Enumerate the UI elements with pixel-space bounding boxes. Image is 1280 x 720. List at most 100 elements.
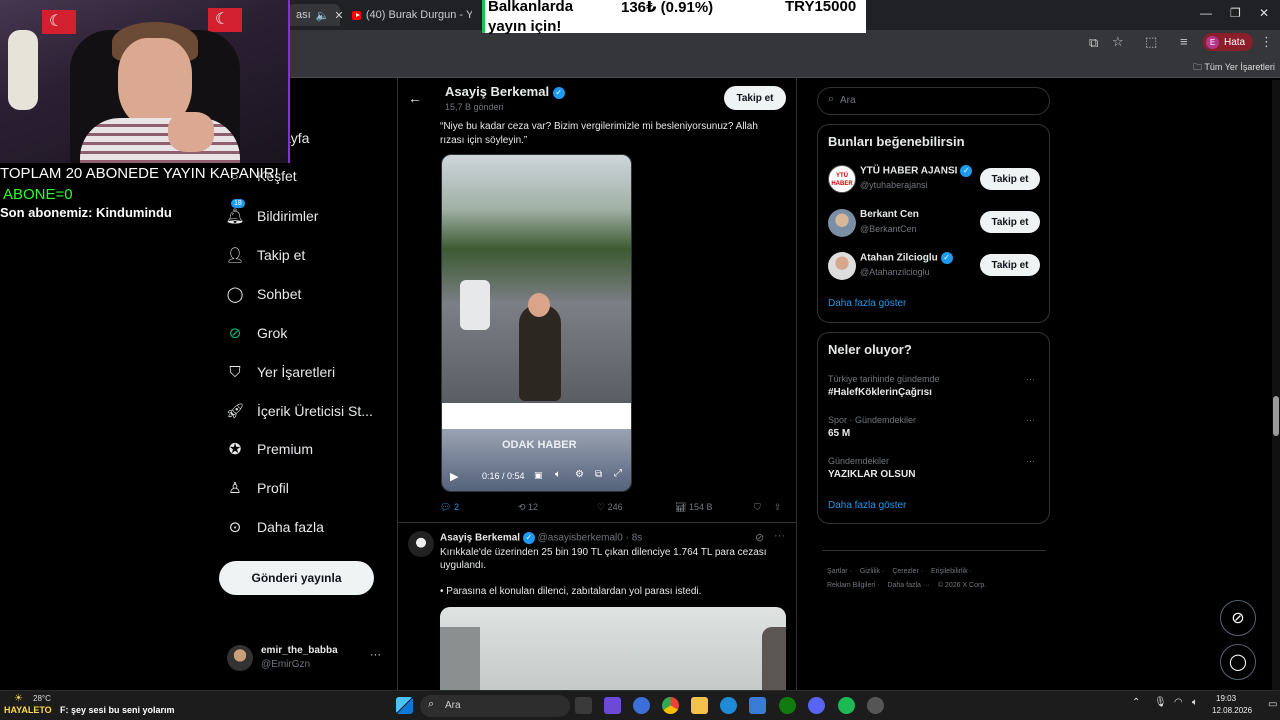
sidebar-item-chat[interactable]: ◯ Sohbet	[227, 286, 302, 303]
sidebar-item-follow[interactable]: 👤︎ Takip et	[225, 247, 305, 264]
footer-link[interactable]: Daha fazla ···	[887, 582, 929, 589]
chrome-icon[interactable]	[662, 697, 679, 714]
pip-icon[interactable]: ⧉	[595, 469, 602, 480]
like-button[interactable]: ♡ 246	[597, 502, 623, 513]
share-button[interactable]: ⇪	[774, 502, 782, 513]
footer-link[interactable]: Erişilebilirlik	[931, 568, 968, 575]
search-input[interactable]: ⌕ Ara	[817, 87, 1050, 115]
notification-icon[interactable]: ▭	[1268, 699, 1277, 710]
show-more-link[interactable]: Daha fazla göster	[828, 298, 906, 309]
spotify-icon[interactable]	[838, 697, 855, 714]
grok-icon[interactable]: ⊘	[755, 531, 764, 544]
app-icon[interactable]	[867, 697, 884, 714]
discord-icon[interactable]	[808, 697, 825, 714]
store-icon[interactable]	[749, 697, 766, 714]
more-icon[interactable]: ···	[1026, 374, 1035, 384]
star-icon[interactable]: ☆	[1112, 34, 1124, 50]
grok-icon: ⊘	[228, 325, 242, 342]
chevron-up-icon[interactable]: ⌃	[1132, 697, 1140, 708]
media-icon[interactable]: ≡	[1180, 34, 1188, 49]
close-icon[interactable]: ✕	[334, 9, 343, 22]
tab-active[interactable]: ası 🔈 ✕	[288, 4, 344, 26]
profile-name: Asayiş Berkemal ✓	[445, 84, 565, 99]
follow-button[interactable]: Takip et	[980, 168, 1040, 190]
trend-item[interactable]: Spor · Gündemdekiler 65 M ···	[818, 412, 1049, 448]
follow-button[interactable]: Takip et	[980, 211, 1040, 233]
play-icon[interactable]: ▶	[450, 470, 458, 483]
app-icon[interactable]	[604, 697, 621, 714]
avatar[interactable]	[828, 209, 856, 237]
stream-ticker-label: HAYALETO	[4, 705, 52, 715]
trend-item[interactable]: Türkiye tarihinde gündemde #HalefKökleri…	[818, 371, 1049, 407]
wifi-icon[interactable]: ◠	[1174, 697, 1183, 708]
views-button[interactable]: 📊︎ 154 B	[675, 502, 712, 513]
overlay-sub-count: ABONE=0	[3, 186, 73, 203]
user-name[interactable]: Berkant Cen	[860, 209, 919, 220]
captions-icon[interactable]: ▣	[534, 470, 543, 481]
bookmark-button[interactable]: ⛉	[754, 502, 761, 513]
account-switcher[interactable]: emir_the_babba @EmirGzn ···	[227, 643, 387, 675]
weather-icon[interactable]: ☀	[14, 693, 23, 704]
show-more-link[interactable]: Daha fazla göster	[828, 500, 906, 511]
more-icon[interactable]: ···	[370, 649, 381, 661]
post-button[interactable]: Gönderi yayınla	[219, 561, 374, 595]
sidebar-item-bookmarks[interactable]: ⛉ Yer İşaretleri	[227, 364, 335, 381]
sidebar-item-notifications[interactable]: 🔔︎ 18 Bildirimler	[225, 199, 318, 225]
more-icon[interactable]: ···	[1026, 415, 1035, 425]
windows-start-icon[interactable]	[396, 697, 413, 714]
sidebar-item-grok[interactable]: ⊘ Grok	[227, 325, 288, 342]
repost-button[interactable]: ⟲ 12	[518, 502, 538, 513]
scrollbar[interactable]	[1272, 80, 1280, 690]
volume-icon[interactable]: 🔈︎	[555, 469, 561, 480]
avatar[interactable]	[408, 531, 434, 557]
video-player[interactable]: ODAK HABER ▶ 0:16 / 0:54 ▣ 🔈︎ ⚙ ⧉ ⤢	[441, 154, 632, 492]
maximize-icon[interactable]: ❐	[1230, 6, 1241, 20]
timeline: ← Asayiş Berkemal ✓ 15,7 B gönderi Takip…	[397, 78, 797, 693]
taskbar-search[interactable]: ⌕ Ara	[420, 695, 570, 717]
messages-fab[interactable]: ◯	[1220, 644, 1256, 680]
settings-icon[interactable]: ⚙	[575, 469, 584, 480]
post-author[interactable]: Asayiş Berkemal ✓ @asayisberkemal0 · 8s	[440, 532, 642, 544]
avatar[interactable]	[828, 252, 856, 280]
grok-fab[interactable]: ⊘	[1220, 600, 1256, 636]
scrollbar-thumb[interactable]	[1273, 396, 1279, 436]
footer-link[interactable]: Çerezler	[892, 568, 918, 575]
menu-icon[interactable]: ⋮	[1260, 34, 1273, 50]
edge-icon[interactable]	[720, 697, 737, 714]
microphone-icon[interactable]: 🎙︎	[1154, 697, 1167, 708]
reply-button[interactable]: 💬︎ 2	[440, 502, 459, 513]
footer-link[interactable]: Gizlilik	[860, 568, 880, 575]
user-name[interactable]: Atahan Zilcioglu ✓	[860, 252, 953, 264]
tab-youtube[interactable]: (40) Burak Durgun - YouTube	[344, 4, 480, 26]
all-bookmarks-folder[interactable]: 🗀 Tüm Yer İşaretleri	[1193, 60, 1275, 76]
clock-time[interactable]: 19:03	[1216, 694, 1236, 703]
extensions-icon[interactable]: ⬚	[1145, 34, 1157, 50]
fullscreen-icon[interactable]: ⤢	[614, 468, 622, 479]
speaker-icon[interactable]: 🔈	[316, 9, 330, 22]
more-icon[interactable]: ···	[1026, 456, 1035, 466]
sidebar-item-premium[interactable]: ✪ Premium	[227, 441, 313, 458]
back-arrow-icon[interactable]: ←	[408, 90, 422, 106]
xbox-icon[interactable]	[779, 697, 796, 714]
sidebar-item-more[interactable]: ⊙ Daha fazla	[227, 519, 324, 536]
clock-date[interactable]: 12.08.2026	[1212, 706, 1252, 715]
footer-link[interactable]: Reklam Bilgileri	[827, 582, 875, 589]
install-icon[interactable]: ⧉	[1089, 35, 1098, 51]
trend-item[interactable]: Gündemdekiler YAZIKLAR OLSUN ···	[818, 453, 1049, 489]
copilot-icon[interactable]	[633, 697, 650, 714]
avatar[interactable]: YTÜ HABER	[828, 165, 856, 193]
follow-button[interactable]: Takip et	[724, 86, 786, 110]
close-window-icon[interactable]: ✕	[1259, 6, 1269, 20]
task-view-icon[interactable]	[575, 697, 592, 714]
footer-link[interactable]: Şartlar	[827, 568, 848, 575]
minimize-icon[interactable]: —	[1200, 6, 1212, 20]
user-name[interactable]: YTÜ HABER AJANSI ✓	[860, 165, 973, 177]
sidebar-item-creator-studio[interactable]: 🚀︎ İçerik Üreticisi St...	[225, 403, 372, 420]
volume-icon[interactable]: 🔈︎	[1192, 697, 1198, 708]
sidebar-item-profile[interactable]: ♙ Profil	[227, 480, 289, 497]
post-image[interactable]	[440, 607, 786, 693]
profile-button[interactable]: E Hata	[1203, 33, 1254, 51]
more-icon[interactable]: ···	[774, 530, 785, 542]
file-explorer-icon[interactable]	[691, 697, 708, 714]
follow-button[interactable]: Takip et	[980, 254, 1040, 276]
